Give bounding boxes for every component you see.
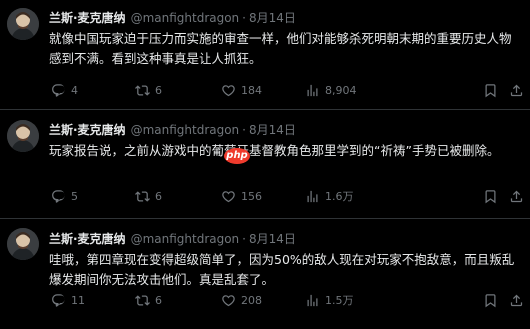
reply-button[interactable]: 4	[51, 81, 78, 99]
tweet-text: 哇哦，第四章现在变得超级简单了，因为50%的敌人现在对玩家不抱敌意，而且叛乱爆发…	[49, 252, 515, 287]
tweet-date[interactable]: 8月14日	[249, 232, 296, 246]
like-button[interactable]: 208	[221, 291, 262, 309]
views-button[interactable]: 1.5万	[305, 291, 354, 309]
bookmark-icon	[485, 293, 496, 307]
separator: ·	[242, 11, 246, 25]
tweet-actions: 4 6 184 8,904	[49, 81, 523, 99]
views-icon	[307, 84, 318, 96]
reply-icon	[52, 189, 65, 203]
bookmark-button[interactable]	[483, 187, 498, 205]
avatar[interactable]	[7, 120, 39, 152]
views-count: 8,904	[325, 83, 357, 97]
separator: ·	[242, 232, 246, 246]
views-icon	[307, 294, 318, 306]
author-handle[interactable]: @manfightdragon	[131, 123, 240, 137]
author-name[interactable]: 兰斯·麦克唐纳	[49, 11, 126, 25]
tweet-header: 兰斯·麦克唐纳 @manfightdragon · 8月14日	[49, 121, 296, 139]
like-count: 184	[241, 83, 262, 97]
share-icon	[510, 294, 523, 306]
like-count: 156	[241, 189, 262, 203]
reply-icon	[52, 293, 65, 307]
bookmark-button[interactable]	[483, 81, 498, 99]
like-icon	[222, 84, 235, 96]
like-button[interactable]: 184	[221, 81, 262, 99]
like-button[interactable]: 156	[221, 187, 262, 205]
tweet-date[interactable]: 8月14日	[249, 11, 296, 25]
author-handle[interactable]: @manfightdragon	[131, 232, 240, 246]
bookmark-icon	[485, 83, 496, 97]
tweet-header: 兰斯·麦克唐纳 @manfightdragon · 8月14日	[49, 230, 296, 248]
bookmark-button[interactable]	[483, 291, 498, 309]
share-button[interactable]	[509, 81, 524, 99]
author-handle[interactable]: @manfightdragon	[131, 11, 240, 25]
reply-count: 11	[71, 293, 85, 307]
share-icon	[510, 84, 523, 96]
views-button[interactable]: 8,904	[305, 81, 357, 99]
reply-button[interactable]: 5	[51, 187, 78, 205]
php-watermark-logo: php	[224, 148, 250, 164]
share-button[interactable]	[509, 291, 524, 309]
tweet-text: 就像中国玩家迫于压力而实施的审查一样，他们对能够杀死明朝末期的重要历史人物感到不…	[49, 31, 512, 66]
tweet-header: 兰斯·麦克唐纳 @manfightdragon · 8月14日	[49, 9, 296, 27]
separator: ·	[242, 123, 246, 137]
retweet-button[interactable]: 6	[135, 291, 162, 309]
avatar[interactable]	[7, 228, 39, 260]
reply-button[interactable]: 11	[51, 291, 85, 309]
retweet-icon	[135, 84, 150, 96]
retweet-count: 6	[155, 293, 162, 307]
reply-count: 5	[71, 189, 78, 203]
views-count: 1.5万	[325, 294, 354, 307]
retweet-count: 6	[155, 83, 162, 97]
retweet-button[interactable]: 6	[135, 81, 162, 99]
tweet-text: 玩家报告说，之前从游戏中的葡萄牙基督教角色那里学到的“祈祷”手势已被删除。	[49, 143, 500, 158]
retweet-icon	[135, 294, 150, 306]
views-icon	[307, 190, 318, 202]
retweet-count: 6	[155, 189, 162, 203]
retweet-icon	[135, 190, 150, 202]
tweet-actions: 5 6 156 1.6万	[49, 187, 523, 205]
views-button[interactable]: 1.6万	[305, 187, 354, 205]
tweet[interactable]: 兰斯·麦克唐纳 @manfightdragon · 8月14日 哇哦，第四章现在变得超…	[0, 219, 530, 329]
reply-count: 4	[71, 83, 78, 97]
tweet[interactable]: 兰斯·麦克唐纳 @manfightdragon · 8月14日 就像中国玩家迫于压力而…	[0, 0, 530, 110]
author-name[interactable]: 兰斯·麦克唐纳	[49, 232, 126, 246]
like-icon	[222, 294, 235, 306]
retweet-button[interactable]: 6	[135, 187, 162, 205]
like-count: 208	[241, 293, 262, 307]
avatar[interactable]	[7, 8, 39, 40]
tweet[interactable]: 兰斯·麦克唐纳 @manfightdragon · 8月14日 玩家报告说，之前从游戏…	[0, 110, 530, 219]
author-name[interactable]: 兰斯·麦克唐纳	[49, 123, 126, 137]
share-button[interactable]	[509, 187, 524, 205]
like-icon	[222, 190, 235, 202]
tweet-date[interactable]: 8月14日	[249, 123, 296, 137]
views-count: 1.6万	[325, 190, 354, 203]
reply-icon	[52, 83, 65, 97]
tweet-actions: 11 6 208 1.5万	[49, 291, 523, 309]
share-icon	[510, 190, 523, 202]
bookmark-icon	[485, 189, 496, 203]
